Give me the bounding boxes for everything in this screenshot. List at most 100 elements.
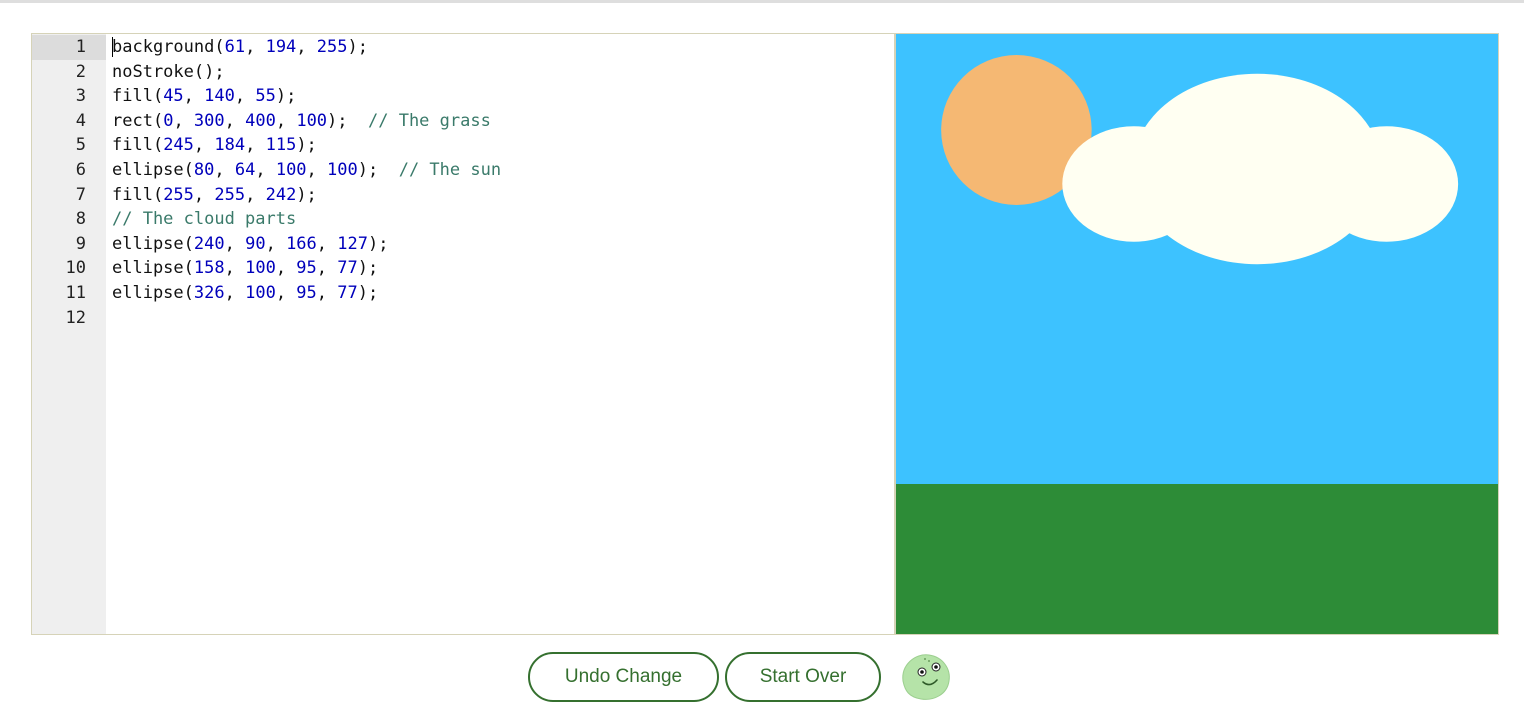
grass-rect xyxy=(896,484,1498,634)
code-token: , xyxy=(224,110,246,131)
line-number: 10 xyxy=(65,258,86,279)
code-text-area[interactable]: background(61, 194, 255); noStroke(); fill… xyxy=(106,34,894,634)
line-number: 5 xyxy=(75,135,86,156)
code-number: 400 xyxy=(245,110,276,131)
code-token: , xyxy=(224,233,246,254)
code-token: , xyxy=(193,184,215,205)
line-number: 2 xyxy=(75,61,86,82)
code-line[interactable]: background(61, 194, 255); xyxy=(112,35,894,60)
code-comment: // The cloud parts xyxy=(112,209,297,230)
code-token: ellipse( xyxy=(112,282,194,303)
code-number: 95 xyxy=(296,258,317,279)
line-number: 11 xyxy=(65,282,86,303)
line-number: 9 xyxy=(75,233,86,254)
code-token: , xyxy=(316,258,338,279)
code-token: , xyxy=(234,86,256,107)
code-number: 100 xyxy=(327,159,358,180)
code-number: 127 xyxy=(337,233,368,254)
code-line[interactable]: ellipse(326, 100, 95, 77); xyxy=(112,281,894,306)
code-token: ); xyxy=(347,37,368,57)
line-number: 8 xyxy=(75,209,86,230)
code-token: , xyxy=(316,282,338,303)
code-token: , xyxy=(275,110,297,131)
code-number: 0 xyxy=(163,110,174,131)
cloud-right-ellipse xyxy=(1315,126,1459,242)
code-number: 77 xyxy=(337,258,358,279)
cloud-left-ellipse xyxy=(1062,126,1206,242)
code-comment: // The sun xyxy=(398,159,502,180)
code-number: 61 xyxy=(224,37,246,57)
code-token: ); xyxy=(296,184,317,205)
code-token: ); xyxy=(367,233,389,254)
code-token: ); xyxy=(357,282,379,303)
code-token: , xyxy=(183,86,205,107)
green-blob-mascot-icon[interactable] xyxy=(897,651,953,703)
code-token: ); xyxy=(357,258,379,279)
code-token: ); xyxy=(275,86,297,107)
code-line[interactable]: fill(245, 184, 115); xyxy=(112,133,894,158)
code-number: 326 xyxy=(193,282,225,303)
code-line[interactable]: fill(45, 140, 55); xyxy=(112,84,894,109)
code-line[interactable] xyxy=(112,306,894,331)
code-number: 166 xyxy=(286,233,317,254)
editor-and-preview: 1 2 3 4 5 6 7 8 9 10 11 12 background(61, 194, 255)… xyxy=(31,33,1499,635)
code-line[interactable]: rect(0, 300, 400, 100); // The grass xyxy=(112,109,894,134)
code-number: 100 xyxy=(245,258,276,279)
code-token: ackground( xyxy=(122,37,225,57)
code-token: ); xyxy=(357,159,399,180)
code-token: , xyxy=(255,159,276,180)
code-line[interactable]: ellipse(158, 100, 95, 77); xyxy=(112,256,894,281)
code-token: , xyxy=(173,110,194,131)
code-token: , xyxy=(306,159,328,180)
code-line[interactable]: // The cloud parts xyxy=(112,207,894,232)
code-number: 64 xyxy=(234,159,256,180)
code-token: ellipse( xyxy=(112,159,194,180)
code-token: , xyxy=(245,37,266,57)
code-number: 100 xyxy=(245,282,276,303)
code-token: , xyxy=(275,258,297,279)
code-token: fill( xyxy=(112,86,164,107)
start-over-button[interactable]: Start Over xyxy=(725,652,881,702)
line-number: 12 xyxy=(65,307,86,328)
code-token: , xyxy=(275,282,297,303)
code-line[interactable]: fill(255, 255, 242); xyxy=(112,183,894,208)
canvas-drawing xyxy=(896,34,1498,634)
code-token: rect( xyxy=(112,110,164,131)
code-token: , xyxy=(193,135,215,156)
code-editor[interactable]: 1 2 3 4 5 6 7 8 9 10 11 12 background(61, 194, 255)… xyxy=(32,34,896,634)
code-number: 255 xyxy=(316,37,348,57)
code-comment: // The grass xyxy=(368,110,491,131)
code-token: , xyxy=(316,233,338,254)
code-number: 55 xyxy=(255,86,276,107)
line-number: 6 xyxy=(75,159,86,180)
code-number: 194 xyxy=(265,37,297,57)
code-number: 100 xyxy=(275,159,307,180)
code-number: 158 xyxy=(193,258,225,279)
output-canvas xyxy=(896,34,1498,634)
code-token: , xyxy=(245,184,266,205)
code-token: , xyxy=(224,282,246,303)
code-number: 245 xyxy=(163,135,194,156)
code-number: 77 xyxy=(337,282,358,303)
code-number: 184 xyxy=(214,135,246,156)
code-token: , xyxy=(296,37,317,57)
code-token: noStroke(); xyxy=(112,61,225,82)
line-number: 4 xyxy=(75,110,86,131)
code-token: ellipse( xyxy=(112,258,194,279)
code-line[interactable]: ellipse(240, 90, 166, 127); xyxy=(112,232,894,257)
code-number: 242 xyxy=(265,184,297,205)
code-token: ); xyxy=(327,110,368,131)
code-line[interactable]: ellipse(80, 64, 100, 100); // The sun xyxy=(112,158,894,183)
code-line[interactable]: noStroke(); xyxy=(112,60,894,85)
code-token: ellipse( xyxy=(112,233,194,254)
line-number: 7 xyxy=(75,184,86,205)
line-number-gutter: 1 2 3 4 5 6 7 8 9 10 11 12 xyxy=(32,34,106,634)
code-number: 240 xyxy=(193,233,225,254)
code-token: , xyxy=(224,258,246,279)
undo-change-button[interactable]: Undo Change xyxy=(528,652,719,702)
code-number: 300 xyxy=(193,110,225,131)
code-number: 45 xyxy=(163,86,184,107)
code-number: 80 xyxy=(193,159,215,180)
code-number: 255 xyxy=(163,184,194,205)
code-number: 95 xyxy=(296,282,317,303)
